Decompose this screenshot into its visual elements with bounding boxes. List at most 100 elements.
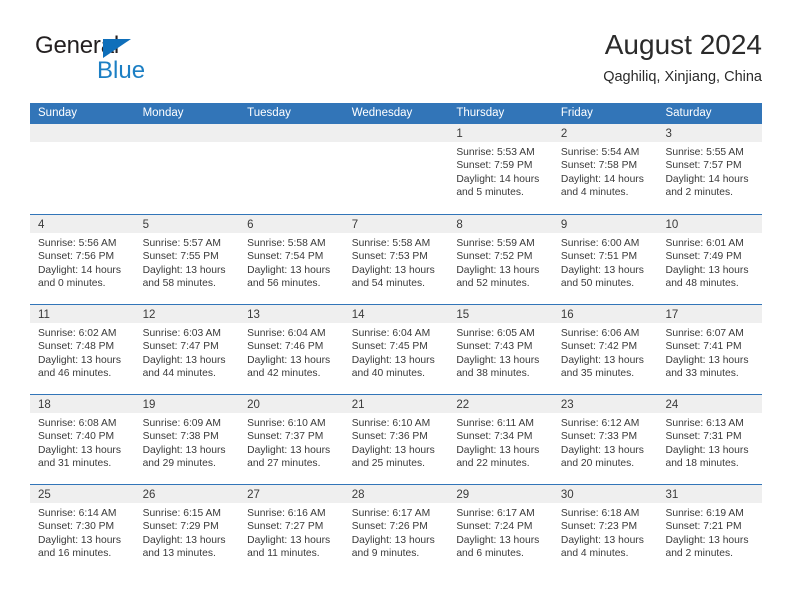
day-cell[interactable]: 16 Sunrise: 6:06 AM Sunset: 7:42 PM Dayligh… [552, 305, 658, 394]
daylight-text-line2: and 4 minutes. [560, 547, 629, 559]
day-cell[interactable]: 3 Sunrise: 5:55 AM Sunset: 7:57 PM Daylight… [657, 124, 763, 214]
week-row: 11 Sunrise: 6:02 AM Sunset: 7:48 PM Dayligh… [30, 304, 763, 394]
daylight-text-line2: and 5 minutes. [456, 186, 524, 198]
day-number-band: 6 [239, 215, 344, 233]
weekday-header-row: Sunday Monday Tuesday Wednesday Thursday Frid… [30, 103, 762, 124]
day-cell[interactable]: 29 Sunrise: 6:17 AM Sunset: 7:24 PM Dayligh… [448, 485, 553, 574]
daylight-text-line2: and 18 minutes. [665, 457, 739, 469]
sunset-text: Sunset: 7:47 PM [142, 341, 219, 353]
brand-name-bottom: Blue [97, 57, 146, 84]
day-number-band: 13 [239, 305, 344, 323]
day-cell[interactable]: 7 Sunrise: 5:58 AM Sunset: 7:53 PM Daylight… [343, 215, 449, 304]
day-cell[interactable]: 13 Sunrise: 6:04 AM Sunset: 7:46 PM Dayligh… [239, 305, 344, 394]
day-cell[interactable]: 9 Sunrise: 6:00 AM Sunset: 7:51 PM Daylight… [552, 215, 658, 304]
sunset-text: Sunset: 7:23 PM [560, 521, 638, 533]
day-number-band: 5 [134, 215, 240, 233]
daylight-text-line1: Daylight: 13 hours [560, 534, 644, 546]
day-info: Sunrise: 6:10 AM Sunset: 7:36 PM Daylight:… [344, 413, 449, 470]
day-number-band [343, 124, 449, 142]
sunset-text: Sunset: 7:21 PM [665, 521, 742, 533]
day-info: Sunrise: 6:04 AM Sunset: 7:45 PM Daylight:… [344, 323, 449, 380]
daylight-text-line2: and 13 minutes. [142, 547, 216, 559]
daylight-text-line1: Daylight: 13 hours [665, 534, 749, 546]
day-cell[interactable]: 26 Sunrise: 6:15 AM Sunset: 7:29 PM Dayligh… [134, 485, 240, 574]
sunrise-text: Sunrise: 6:06 AM [560, 328, 640, 339]
daylight-text-line1: Daylight: 13 hours [38, 354, 121, 366]
day-info: Sunrise: 6:06 AM Sunset: 7:42 PM Daylight:… [553, 323, 658, 380]
daylight-text-line2: and 31 minutes. [38, 457, 112, 469]
day-cell[interactable]: 6 Sunrise: 5:58 AM Sunset: 7:54 PM Daylight… [239, 215, 344, 304]
day-cell[interactable]: 23 Sunrise: 6:12 AM Sunset: 7:33 PM Dayligh… [552, 395, 658, 484]
day-cell[interactable]: 1 Sunrise: 5:53 AM Sunset: 7:59 PM Daylight… [448, 124, 553, 214]
sunrise-text: Sunrise: 6:15 AM [142, 508, 221, 519]
day-info: Sunrise: 5:59 AM Sunset: 7:52 PM Daylight:… [448, 233, 553, 290]
day-cell[interactable]: 5 Sunrise: 5:57 AM Sunset: 7:55 PM Daylight… [134, 215, 240, 304]
day-cell[interactable]: 28 Sunrise: 6:17 AM Sunset: 7:26 PM Dayligh… [343, 485, 449, 574]
day-cell[interactable]: 2 Sunrise: 5:54 AM Sunset: 7:58 PM Daylight… [552, 124, 658, 214]
day-info: Sunrise: 5:56 AM Sunset: 7:56 PM Daylight:… [30, 233, 135, 290]
day-cell[interactable]: 31 Sunrise: 6:19 AM Sunset: 7:21 PM Dayligh… [657, 485, 763, 574]
day-info: Sunrise: 6:18 AM Sunset: 7:23 PM Daylight:… [553, 503, 658, 560]
day-cell[interactable]: 8 Sunrise: 5:59 AM Sunset: 7:52 PM Daylight… [448, 215, 553, 304]
day-cell[interactable]: 11 Sunrise: 6:02 AM Sunset: 7:48 PM Dayligh… [30, 305, 135, 394]
day-info: Sunrise: 6:17 AM Sunset: 7:24 PM Daylight:… [448, 503, 553, 560]
day-number: 19 [142, 399, 156, 411]
weekday-header-friday: Friday [560, 107, 593, 119]
day-number-band: 23 [552, 395, 658, 413]
daylight-text-line1: Daylight: 13 hours [665, 354, 749, 366]
day-cell[interactable]: 10 Sunrise: 6:01 AM Sunset: 7:49 PM Dayligh… [657, 215, 763, 304]
day-cell[interactable]: 20 Sunrise: 6:10 AM Sunset: 7:37 PM Dayligh… [239, 395, 344, 484]
daylight-text-line1: Daylight: 13 hours [351, 354, 435, 366]
day-cell[interactable]: 18 Sunrise: 6:08 AM Sunset: 7:40 PM Dayligh… [30, 395, 135, 484]
page-title: August 2024 [604, 29, 762, 60]
day-cell[interactable]: 30 Sunrise: 6:18 AM Sunset: 7:23 PM Dayligh… [552, 485, 658, 574]
day-number: 30 [560, 489, 574, 501]
sunrise-text: Sunrise: 6:01 AM [665, 238, 744, 249]
day-number: 17 [665, 309, 679, 321]
day-info: Sunrise: 6:10 AM Sunset: 7:37 PM Daylight:… [239, 413, 344, 470]
day-cell[interactable]: 21 Sunrise: 6:10 AM Sunset: 7:36 PM Dayligh… [343, 395, 449, 484]
day-info: Sunrise: 6:04 AM Sunset: 7:46 PM Daylight:… [239, 323, 344, 380]
day-cell[interactable]: 15 Sunrise: 6:05 AM Sunset: 7:43 PM Dayligh… [448, 305, 553, 394]
day-cell[interactable]: 12 Sunrise: 6:03 AM Sunset: 7:47 PM Dayligh… [134, 305, 240, 394]
day-cell[interactable]: 27 Sunrise: 6:16 AM Sunset: 7:27 PM Dayligh… [239, 485, 344, 574]
day-cell[interactable]: 4 Sunrise: 5:56 AM Sunset: 7:56 PM Daylight… [30, 215, 135, 304]
day-cell[interactable]: 19 Sunrise: 6:09 AM Sunset: 7:38 PM Dayligh… [134, 395, 240, 484]
day-info: Sunrise: 6:13 AM Sunset: 7:31 PM Daylight:… [657, 413, 762, 470]
day-info: Sunrise: 6:11 AM Sunset: 7:34 PM Daylight:… [448, 413, 553, 470]
sunset-text: Sunset: 7:48 PM [38, 341, 115, 353]
day-cell[interactable]: 25 Sunrise: 6:14 AM Sunset: 7:30 PM Dayligh… [30, 485, 135, 574]
sunrise-text: Sunrise: 6:09 AM [142, 418, 221, 429]
day-cell[interactable]: 17 Sunrise: 6:07 AM Sunset: 7:41 PM Dayligh… [657, 305, 763, 394]
daylight-text-line1: Daylight: 13 hours [665, 264, 749, 276]
day-number-band: 11 [30, 305, 135, 323]
day-number-band: 4 [30, 215, 135, 233]
daylight-text-line1: Daylight: 13 hours [351, 264, 435, 276]
day-number: 21 [351, 399, 365, 411]
day-cell[interactable]: 24 Sunrise: 6:13 AM Sunset: 7:31 PM Dayligh… [657, 395, 763, 484]
day-info: Sunrise: 5:55 AM Sunset: 7:57 PM Daylight:… [657, 142, 762, 199]
daylight-text-line2: and 22 minutes. [456, 457, 530, 469]
sunset-text: Sunset: 7:40 PM [38, 431, 115, 443]
day-number-band: 29 [448, 485, 553, 503]
sunset-text: Sunset: 7:51 PM [560, 251, 638, 263]
day-number: 16 [560, 309, 574, 321]
sunset-text: Sunset: 7:59 PM [456, 160, 533, 172]
day-number: 28 [351, 489, 365, 501]
day-number: 8 [456, 219, 463, 231]
day-info: Sunrise: 6:12 AM Sunset: 7:33 PM Daylight:… [553, 413, 658, 470]
page-subtitle: Qaghiliq, Xinjiang, China [603, 69, 762, 85]
daylight-text-line1: Daylight: 14 hours [560, 173, 644, 185]
brand-logo[interactable]: General Blue [35, 32, 235, 88]
sunrise-text: Sunrise: 6:19 AM [665, 508, 744, 519]
day-number-band: 8 [448, 215, 553, 233]
daylight-text-line1: Daylight: 13 hours [247, 534, 331, 546]
calendar-grid: Sunday Monday Tuesday Wednesday Thursday Frid… [30, 103, 763, 574]
daylight-text-line2: and 0 minutes. [38, 277, 106, 289]
sunrise-text: Sunrise: 6:02 AM [38, 328, 117, 339]
day-number: 24 [665, 399, 679, 411]
day-cell[interactable]: 22 Sunrise: 6:11 AM Sunset: 7:34 PM Dayligh… [448, 395, 553, 484]
daylight-text-line2: and 44 minutes. [142, 367, 216, 379]
day-cell[interactable]: 14 Sunrise: 6:04 AM Sunset: 7:45 PM Dayligh… [343, 305, 449, 394]
day-number-band: 10 [657, 215, 763, 233]
